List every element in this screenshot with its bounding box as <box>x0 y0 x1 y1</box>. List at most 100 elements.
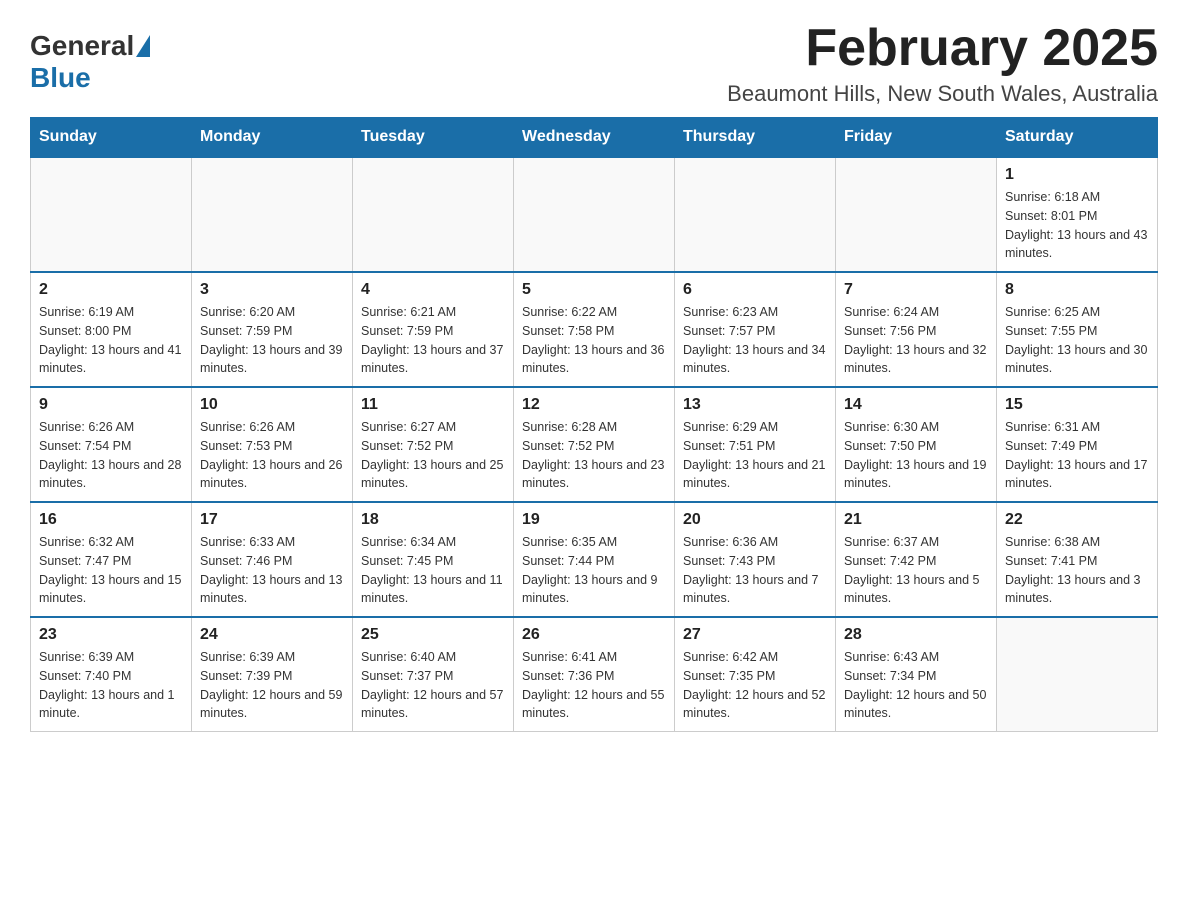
day-info: Sunrise: 6:18 AM Sunset: 8:01 PM Dayligh… <box>1005 188 1149 263</box>
day-info: Sunrise: 6:28 AM Sunset: 7:52 PM Dayligh… <box>522 418 666 493</box>
table-row: 20Sunrise: 6:36 AM Sunset: 7:43 PM Dayli… <box>675 502 836 617</box>
table-row <box>675 157 836 272</box>
day-info: Sunrise: 6:34 AM Sunset: 7:45 PM Dayligh… <box>361 533 505 608</box>
day-info: Sunrise: 6:23 AM Sunset: 7:57 PM Dayligh… <box>683 303 827 378</box>
calendar-week-row: 2 Sunrise: 6:19 AM Sunset: 8:00 PM Daylig… <box>31 272 1158 387</box>
table-row: 2 Sunrise: 6:19 AM Sunset: 8:00 PM Daylig… <box>31 272 192 387</box>
header-saturday: Saturday <box>997 118 1158 158</box>
day-number: 25 <box>361 626 505 644</box>
table-row <box>997 617 1158 732</box>
day-info: Sunrise: 6:25 AM Sunset: 7:55 PM Dayligh… <box>1005 303 1149 378</box>
table-row <box>192 157 353 272</box>
day-info: Sunrise: 6:22 AM Sunset: 7:58 PM Dayligh… <box>522 303 666 378</box>
day-number: 24 <box>200 626 344 644</box>
table-row <box>514 157 675 272</box>
day-info: Sunrise: 6:19 AM Sunset: 8:00 PM Dayligh… <box>39 303 183 378</box>
day-number: 26 <box>522 626 666 644</box>
table-row: 10Sunrise: 6:26 AM Sunset: 7:53 PM Dayli… <box>192 387 353 502</box>
title-section: February 2025 Beaumont Hills, New South … <box>727 20 1158 107</box>
header-friday: Friday <box>836 118 997 158</box>
day-number: 12 <box>522 396 666 414</box>
day-info: Sunrise: 6:29 AM Sunset: 7:51 PM Dayligh… <box>683 418 827 493</box>
table-row: 22 Sunrise: 6:38 AM Sunset: 7:41 PM Dayli… <box>997 502 1158 617</box>
day-info: Sunrise: 6:39 AM Sunset: 7:39 PM Dayligh… <box>200 648 344 723</box>
day-info: Sunrise: 6:26 AM Sunset: 7:53 PM Dayligh… <box>200 418 344 493</box>
page-header: General Blue February 2025 Beaumont Hill… <box>30 20 1158 107</box>
table-row <box>836 157 997 272</box>
day-info: Sunrise: 6:39 AM Sunset: 7:40 PM Dayligh… <box>39 648 183 723</box>
day-number: 15 <box>1005 396 1149 414</box>
table-row: 9 Sunrise: 6:26 AM Sunset: 7:54 PM Daylig… <box>31 387 192 502</box>
header-thursday: Thursday <box>675 118 836 158</box>
logo-blue-text: Blue <box>30 62 91 94</box>
day-number: 4 <box>361 281 505 299</box>
day-number: 6 <box>683 281 827 299</box>
day-number: 1 <box>1005 166 1149 184</box>
day-info: Sunrise: 6:37 AM Sunset: 7:42 PM Dayligh… <box>844 533 988 608</box>
day-info: Sunrise: 6:41 AM Sunset: 7:36 PM Dayligh… <box>522 648 666 723</box>
table-row: 1 Sunrise: 6:18 AM Sunset: 8:01 PM Daylig… <box>997 157 1158 272</box>
table-row: 17Sunrise: 6:33 AM Sunset: 7:46 PM Dayli… <box>192 502 353 617</box>
table-row: 19 Sunrise: 6:35 AM Sunset: 7:44 PM Dayli… <box>514 502 675 617</box>
day-number: 22 <box>1005 511 1149 529</box>
logo: General Blue <box>30 30 150 94</box>
calendar-header-row: Sunday Monday Tuesday Wednesday Thursday… <box>31 118 1158 158</box>
day-number: 19 <box>522 511 666 529</box>
calendar-week-row: 1 Sunrise: 6:18 AM Sunset: 8:01 PM Daylig… <box>31 157 1158 272</box>
header-monday: Monday <box>192 118 353 158</box>
table-row: 24 Sunrise: 6:39 AM Sunset: 7:39 PM Dayli… <box>192 617 353 732</box>
table-row: 7 Sunrise: 6:24 AM Sunset: 7:56 PM Daylig… <box>836 272 997 387</box>
day-number: 27 <box>683 626 827 644</box>
day-number: 9 <box>39 396 183 414</box>
table-row: 16Sunrise: 6:32 AM Sunset: 7:47 PM Dayli… <box>31 502 192 617</box>
table-row: 21 Sunrise: 6:37 AM Sunset: 7:42 PM Dayli… <box>836 502 997 617</box>
table-row: 18Sunrise: 6:34 AM Sunset: 7:45 PM Dayli… <box>353 502 514 617</box>
calendar-week-row: 23 Sunrise: 6:39 AM Sunset: 7:40 PM Dayli… <box>31 617 1158 732</box>
header-tuesday: Tuesday <box>353 118 514 158</box>
calendar-table: Sunday Monday Tuesday Wednesday Thursday… <box>30 117 1158 732</box>
day-info: Sunrise: 6:35 AM Sunset: 7:44 PM Dayligh… <box>522 533 666 608</box>
header-wednesday: Wednesday <box>514 118 675 158</box>
table-row: 8 Sunrise: 6:25 AM Sunset: 7:55 PM Daylig… <box>997 272 1158 387</box>
table-row <box>353 157 514 272</box>
table-row: 12 Sunrise: 6:28 AM Sunset: 7:52 PM Dayli… <box>514 387 675 502</box>
logo-general-text: General <box>30 30 134 62</box>
table-row: 6 Sunrise: 6:23 AM Sunset: 7:57 PM Daylig… <box>675 272 836 387</box>
calendar-week-row: 16Sunrise: 6:32 AM Sunset: 7:47 PM Dayli… <box>31 502 1158 617</box>
table-row: 5 Sunrise: 6:22 AM Sunset: 7:58 PM Daylig… <box>514 272 675 387</box>
day-info: Sunrise: 6:31 AM Sunset: 7:49 PM Dayligh… <box>1005 418 1149 493</box>
day-number: 28 <box>844 626 988 644</box>
day-number: 3 <box>200 281 344 299</box>
day-number: 21 <box>844 511 988 529</box>
day-info: Sunrise: 6:20 AM Sunset: 7:59 PM Dayligh… <box>200 303 344 378</box>
day-number: 7 <box>844 281 988 299</box>
day-info: Sunrise: 6:33 AM Sunset: 7:46 PM Dayligh… <box>200 533 344 608</box>
table-row: 25 Sunrise: 6:40 AM Sunset: 7:37 PM Dayli… <box>353 617 514 732</box>
day-info: Sunrise: 6:40 AM Sunset: 7:37 PM Dayligh… <box>361 648 505 723</box>
table-row: 14 Sunrise: 6:30 AM Sunset: 7:50 PM Dayli… <box>836 387 997 502</box>
day-number: 8 <box>1005 281 1149 299</box>
location-subtitle: Beaumont Hills, New South Wales, Austral… <box>727 81 1158 107</box>
table-row: 15 Sunrise: 6:31 AM Sunset: 7:49 PM Dayli… <box>997 387 1158 502</box>
logo-triangle-icon <box>136 35 150 57</box>
calendar-week-row: 9 Sunrise: 6:26 AM Sunset: 7:54 PM Daylig… <box>31 387 1158 502</box>
day-info: Sunrise: 6:38 AM Sunset: 7:41 PM Dayligh… <box>1005 533 1149 608</box>
day-number: 13 <box>683 396 827 414</box>
month-title: February 2025 <box>727 20 1158 77</box>
day-number: 20 <box>683 511 827 529</box>
day-info: Sunrise: 6:30 AM Sunset: 7:50 PM Dayligh… <box>844 418 988 493</box>
day-info: Sunrise: 6:26 AM Sunset: 7:54 PM Dayligh… <box>39 418 183 493</box>
table-row: 28 Sunrise: 6:43 AM Sunset: 7:34 PM Dayli… <box>836 617 997 732</box>
day-number: 2 <box>39 281 183 299</box>
day-number: 16 <box>39 511 183 529</box>
day-number: 14 <box>844 396 988 414</box>
day-number: 5 <box>522 281 666 299</box>
day-info: Sunrise: 6:42 AM Sunset: 7:35 PM Dayligh… <box>683 648 827 723</box>
day-number: 11 <box>361 396 505 414</box>
day-number: 23 <box>39 626 183 644</box>
table-row: 13 Sunrise: 6:29 AM Sunset: 7:51 PM Dayli… <box>675 387 836 502</box>
day-info: Sunrise: 6:43 AM Sunset: 7:34 PM Dayligh… <box>844 648 988 723</box>
header-sunday: Sunday <box>31 118 192 158</box>
day-info: Sunrise: 6:21 AM Sunset: 7:59 PM Dayligh… <box>361 303 505 378</box>
day-info: Sunrise: 6:24 AM Sunset: 7:56 PM Dayligh… <box>844 303 988 378</box>
